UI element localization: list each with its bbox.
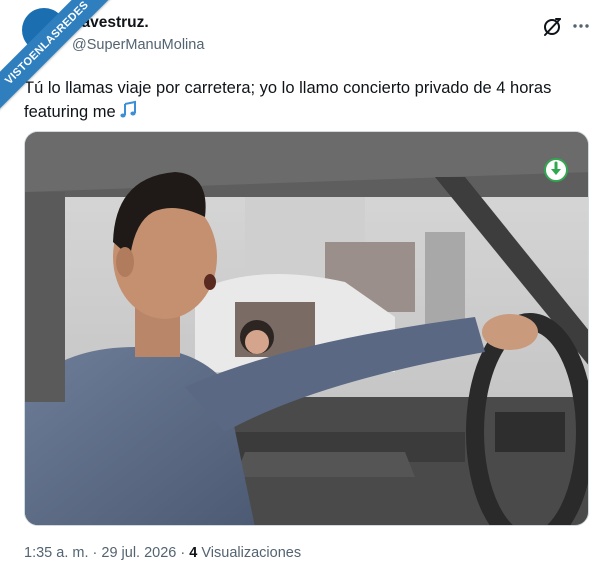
grok-icon[interactable]: [541, 16, 563, 38]
views-label: Visualizaciones: [201, 545, 302, 561]
more-dots-icon[interactable]: [570, 15, 592, 37]
tweet-meta: 1:35 a. m. · 29 jul. 2026 · 4 Visualizac…: [24, 545, 301, 561]
tweet-date[interactable]: 29 jul. 2026: [101, 545, 176, 561]
tweet-time[interactable]: 1:35 a. m.: [24, 545, 88, 561]
tweet-card: VISTOENLASREDES Yavestruz. @SuperManuMol…: [0, 0, 605, 578]
watermark-ribbon: VISTOENLASREDES: [0, 0, 130, 130]
video-media[interactable]: [24, 131, 589, 526]
views-count: 4: [189, 545, 198, 561]
separator: ·: [180, 545, 186, 561]
watermark-text: VISTOENLASREDES: [0, 0, 124, 120]
separator: ·: [92, 545, 98, 561]
download-arrow-icon[interactable]: [544, 158, 568, 182]
